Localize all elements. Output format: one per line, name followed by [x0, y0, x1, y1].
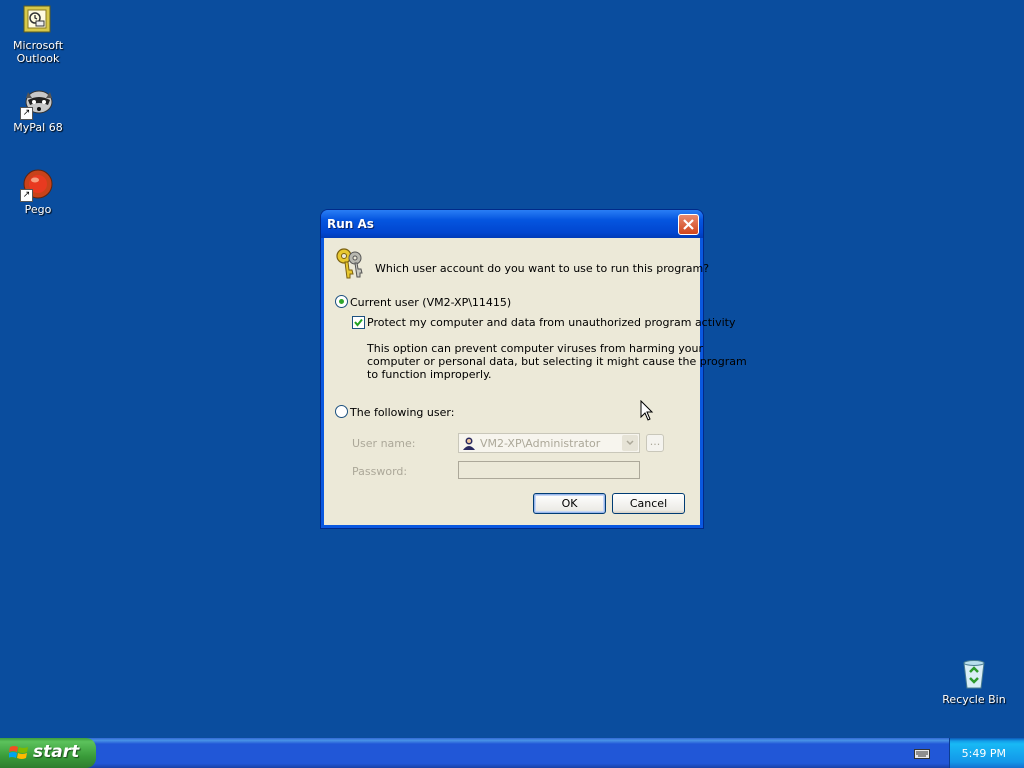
pego-icon: ↗: [20, 168, 54, 202]
cancel-button[interactable]: Cancel: [612, 493, 685, 514]
info-text-line: computer or personal data, but selecting…: [367, 355, 747, 368]
desktop-icon-label: Recycle Bin: [942, 693, 1006, 706]
protect-label[interactable]: Protect my computer and data from unauth…: [367, 316, 735, 329]
username-value: VM2-XP\Administrator: [480, 437, 601, 450]
chevron-down-icon: [626, 440, 634, 446]
following-user-radio[interactable]: [335, 405, 348, 418]
info-text-line: to function improperly.: [367, 368, 492, 381]
protect-checkbox[interactable]: [352, 316, 365, 329]
dialog-client-area: Which user account do you want to use to…: [324, 238, 747, 525]
desktop-icon-mypal[interactable]: ↗ MyPal 68: [0, 86, 76, 134]
windows-flag-icon: [9, 746, 28, 759]
dialog-title: Run As: [327, 217, 374, 231]
current-user-radio[interactable]: [335, 295, 348, 308]
shortcut-arrow-icon: ↗: [20, 107, 33, 120]
checkmark-icon: [354, 318, 363, 327]
mypal-icon: ↗: [20, 86, 54, 120]
close-icon: [683, 219, 694, 230]
recycle-bin-icon: [958, 658, 990, 690]
desktop-icon-label: Microsoft: [12, 39, 64, 52]
question-text: Which user account do you want to use to…: [375, 262, 710, 275]
info-text-line: This option can prevent computer viruses…: [367, 342, 704, 355]
username-combobox[interactable]: VM2-XP\Administrator: [458, 433, 640, 453]
browse-button[interactable]: ...: [646, 434, 664, 452]
radio-selected-dot: [339, 299, 344, 304]
desktop-icon-label: Pego: [24, 203, 52, 216]
password-label: Password:: [352, 465, 408, 478]
run-as-dialog: Run As Which user account do you want to…: [321, 210, 747, 528]
desktop-icon-outlook[interactable]: Microsoft Outlook: [0, 4, 76, 65]
system-tray: 5:49 PM: [949, 738, 1024, 768]
password-field[interactable]: [458, 461, 640, 479]
start-label: start: [33, 742, 80, 762]
desktop-icon-pego[interactable]: ↗ Pego: [0, 168, 76, 216]
following-user-label[interactable]: The following user:: [350, 406, 454, 419]
outlook-icon: [22, 4, 54, 36]
desktop-icon-label: MyPal 68: [13, 121, 63, 134]
ok-button[interactable]: OK: [533, 493, 606, 514]
current-user-label[interactable]: Current user (VM2-XP\11415): [350, 296, 511, 309]
username-label: User name:: [352, 437, 416, 450]
shortcut-arrow-icon: ↗: [20, 189, 33, 202]
close-button[interactable]: [678, 214, 699, 235]
dialog-titlebar[interactable]: Run As: [321, 210, 703, 238]
desktop-icon-recycle-bin[interactable]: Recycle Bin: [936, 658, 1012, 706]
start-button[interactable]: start: [0, 738, 96, 768]
taskbar: start 5:49 PM: [0, 738, 1024, 768]
keyboard-icon[interactable]: [914, 749, 930, 759]
keys-icon: [336, 248, 363, 279]
desktop-icon-label: Outlook: [16, 52, 60, 65]
user-icon: [463, 437, 475, 450]
mouse-cursor-icon: [640, 400, 654, 421]
clock[interactable]: 5:49 PM: [962, 747, 1006, 760]
combobox-dropdown-button[interactable]: [622, 435, 638, 451]
